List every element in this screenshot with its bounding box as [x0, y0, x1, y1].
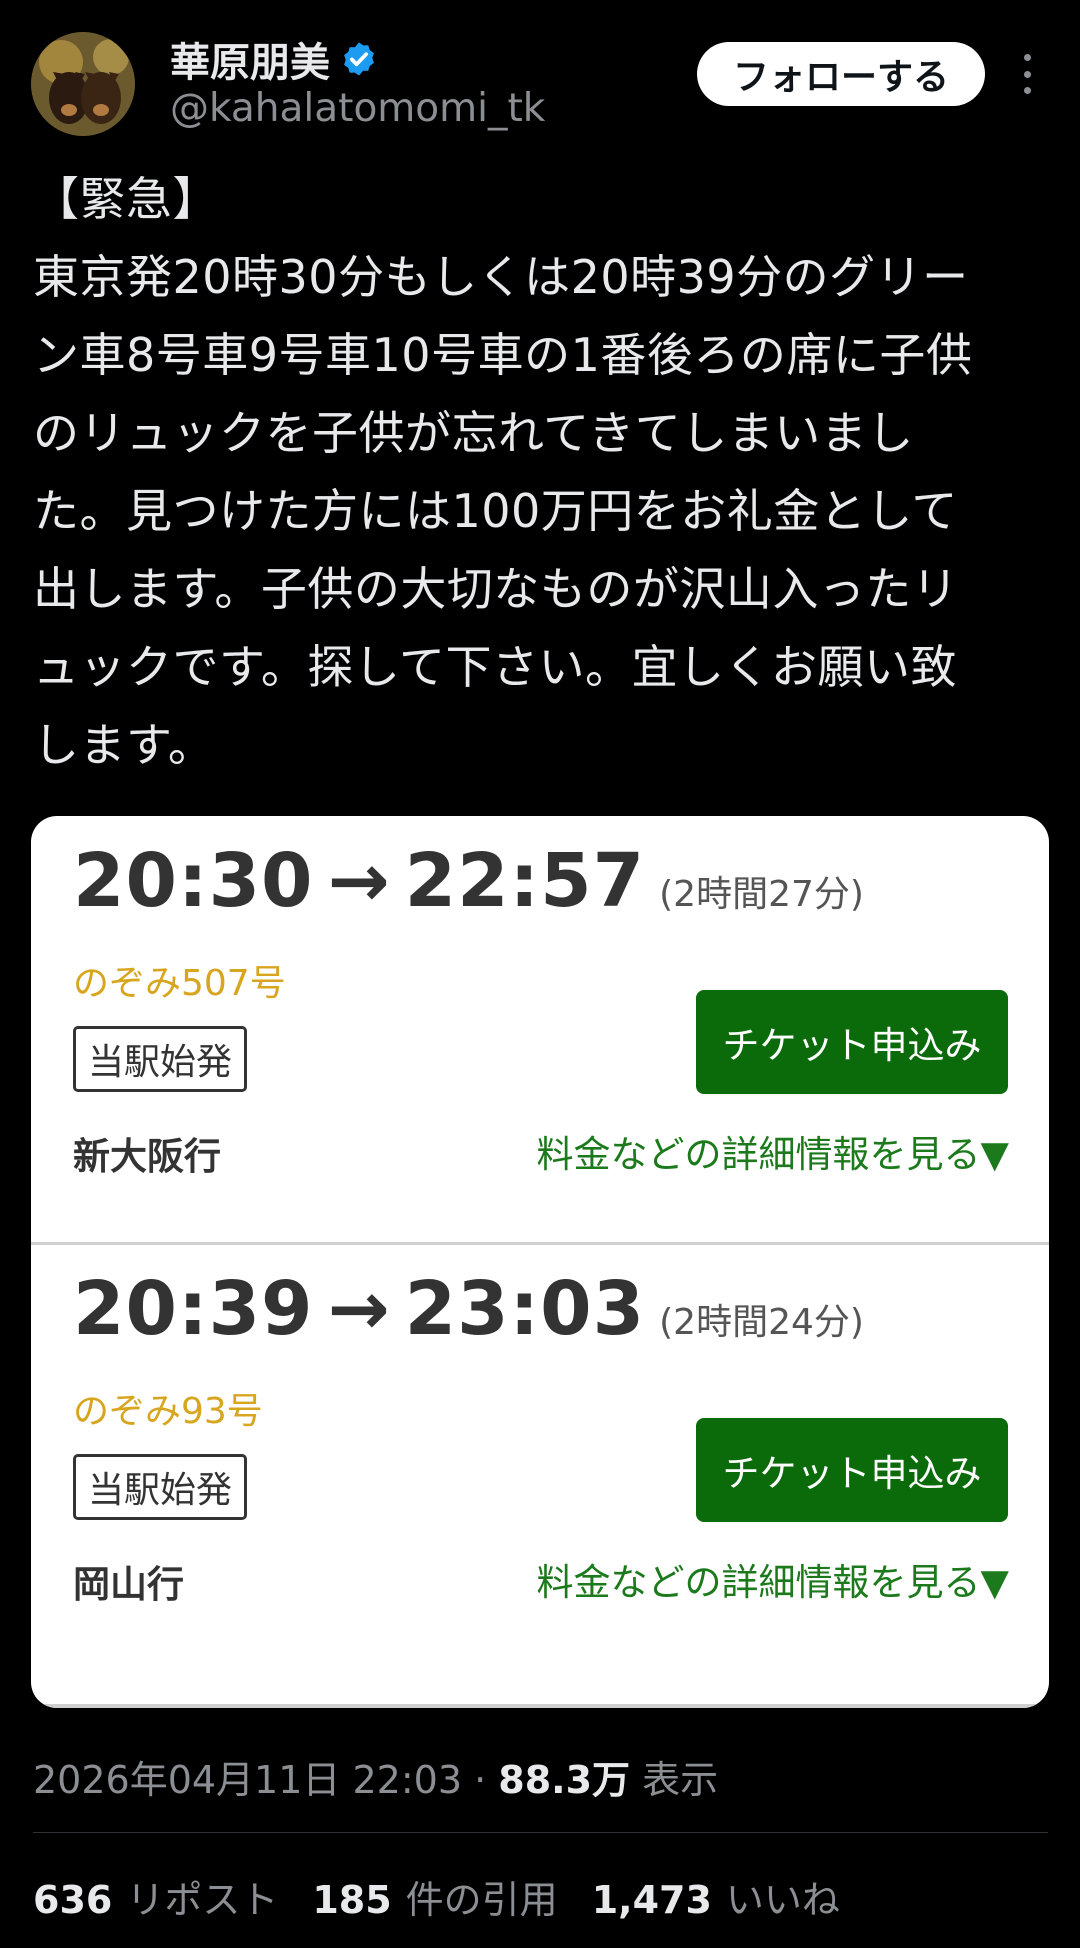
tweet-line: 東京発20時30分もしくは20時39分のグリー: [33, 250, 969, 304]
tweet-line: ュックです。探して下さい。宜しくお願い致: [33, 640, 958, 694]
verified-badge-icon: [344, 42, 374, 76]
depart-time: 20:30: [73, 838, 314, 924]
tweet-text: 【緊急】 東京発20時30分もしくは20時39分のグリー ン車8号車9号車10号…: [33, 160, 1043, 784]
ticket-button: チケット申込み: [696, 990, 1008, 1094]
user-handle[interactable]: @kahalatomomi_tk: [170, 86, 545, 131]
timestamp[interactable]: 2026年04月11日 22:03: [33, 1758, 462, 1802]
arrive-time: 23:03: [404, 1266, 646, 1352]
meta-separator: ·: [474, 1758, 487, 1802]
train-times: 20:30 → 22:57 (2時間27分): [73, 838, 864, 924]
tweet-meta: 2026年04月11日 22:03 · 88.3万 表示: [33, 1749, 718, 1804]
quotes-label: 件の引用: [405, 1878, 558, 1922]
depart-time: 20:39: [73, 1266, 314, 1352]
reposts-count: 636: [33, 1878, 113, 1922]
train-entry: 20:39 → 23:03 (2時間24分) のぞみ93号 当駅始発 岡山行 チ…: [31, 1244, 1049, 1702]
views-label: 表示: [642, 1758, 719, 1802]
ticket-button: チケット申込み: [696, 1418, 1008, 1522]
tweet-line: のリュックを子供が忘れてきてしまいまし: [33, 406, 914, 460]
tweet-line: 【緊急】: [33, 172, 219, 226]
destination: 新大阪行: [73, 1135, 221, 1178]
more-options-icon[interactable]: [1012, 54, 1042, 94]
likes-stat[interactable]: 1,473 いいね: [592, 1869, 840, 1924]
details-link: 料金などの詳細情報を見る▼: [536, 1133, 1009, 1176]
origin-badge: 当駅始発: [73, 1454, 248, 1520]
user-name-row: 華原朋美: [170, 30, 378, 88]
reposts-stat[interactable]: 636 リポスト: [33, 1869, 278, 1924]
details-link: 料金などの詳細情報を見る▼: [536, 1561, 1009, 1604]
reposts-label: リポスト: [126, 1878, 279, 1922]
arrive-time: 22:57: [404, 838, 646, 924]
tweet-line: た。見つけた方には100万円をお礼金として: [33, 484, 958, 538]
train-name: のぞみ507号: [73, 963, 286, 1004]
likes-count: 1,473: [591, 1878, 712, 1922]
duration: (2時間27分): [659, 874, 864, 915]
attached-image-card[interactable]: 20:30 → 22:57 (2時間27分) のぞみ507号 当駅始発 新大阪行…: [31, 816, 1049, 1708]
quotes-count: 185: [312, 1878, 392, 1922]
views-count: 88.3万: [498, 1758, 631, 1802]
train-times: 20:39 → 23:03 (2時間24分): [73, 1266, 864, 1352]
user-name[interactable]: 華原朋美: [170, 30, 330, 88]
arrow-icon: →: [327, 838, 391, 924]
duration: (2時間24分): [659, 1302, 864, 1343]
tweet-line: ン車8号車9号車10号車の1番後ろの席に子供: [33, 328, 973, 382]
destination: 岡山行: [73, 1563, 184, 1606]
engagement-stats: 636 リポスト 185 件の引用 1,473 いいね: [33, 1869, 840, 1924]
tweet-line: 出します。子供の大切なものが沢山入ったリ: [33, 562, 959, 616]
train-name: のぞみ93号: [73, 1391, 263, 1432]
avatar-image: [31, 32, 135, 136]
arrow-icon: →: [327, 1266, 391, 1352]
quotes-stat[interactable]: 185 件の引用: [312, 1869, 557, 1924]
avatar[interactable]: [31, 32, 135, 136]
likes-label: いいね: [725, 1878, 840, 1922]
tweet-line: します。: [33, 718, 215, 772]
divider: [33, 1832, 1048, 1833]
train-entry: 20:30 → 22:57 (2時間27分) のぞみ507号 当駅始発 新大阪行…: [31, 816, 1049, 1245]
card-divider: [31, 1704, 1049, 1708]
origin-badge: 当駅始発: [73, 1026, 248, 1092]
follow-button[interactable]: フォローする: [697, 42, 985, 106]
